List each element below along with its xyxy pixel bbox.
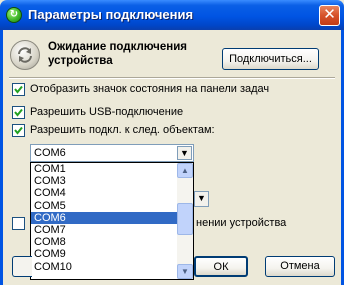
port-combobox[interactable]: COM6 ▼ xyxy=(30,144,194,162)
partial-checkbox-label: нении устройства xyxy=(196,217,287,229)
app-sync-icon: ↻ xyxy=(6,7,22,23)
checkbox-partial[interactable] xyxy=(12,217,25,230)
list-item[interactable]: COM9 xyxy=(31,248,177,260)
close-button[interactable]: ✕ xyxy=(319,5,340,26)
checkbox-label: Разрешить подкл. к след. объектам: xyxy=(30,124,215,136)
checkbox-tray-icon[interactable] xyxy=(12,83,25,96)
chevron-down-icon[interactable]: ▼ xyxy=(194,191,209,207)
window-title: Параметры подключения xyxy=(28,7,194,22)
scrollbar-thumb[interactable] xyxy=(177,203,193,235)
list-item[interactable]: COM5 xyxy=(31,200,177,212)
combo-value: COM6 xyxy=(34,147,66,159)
checkbox-usb[interactable] xyxy=(12,106,25,119)
cancel-button[interactable]: Отмена xyxy=(265,256,335,277)
checkbox-objects[interactable] xyxy=(12,124,25,137)
list-item[interactable]: COM8 xyxy=(31,236,177,248)
connection-status-text: Ожидание подключения устройства xyxy=(48,41,187,67)
chevron-down-icon[interactable]: ▼ xyxy=(177,146,192,160)
hidden-button[interactable] xyxy=(12,256,32,277)
port-dropdown-list[interactable]: COM1 COM3 COM4 COM5 COM6 COM7 COM8 COM9 … xyxy=(30,162,194,280)
connect-button[interactable]: Подключиться... xyxy=(222,48,319,70)
list-item[interactable]: COM7 xyxy=(31,224,177,236)
chevron-up-icon[interactable]: ▲ xyxy=(177,163,193,178)
ok-button[interactable]: ОК xyxy=(194,256,248,277)
checkbox-label: Разрешить USB-подключение xyxy=(30,106,184,118)
list-item[interactable]: COM4 xyxy=(31,187,177,199)
scrollbar[interactable]: ▲ ▼ xyxy=(177,163,193,279)
title-bar[interactable]: ↻ Параметры подключения ✕ xyxy=(0,0,344,30)
list-item-selected[interactable]: COM6 xyxy=(31,211,177,224)
sync-arrows-icon xyxy=(10,40,40,70)
window-frame-left xyxy=(0,30,3,285)
separator xyxy=(9,77,335,79)
checkbox-label: Отобразить значок состояния на панели за… xyxy=(30,83,270,95)
list-item[interactable]: COM10 xyxy=(31,261,177,273)
chevron-down-icon[interactable]: ▼ xyxy=(177,264,193,279)
list-item[interactable]: COM1 xyxy=(31,163,177,175)
list-item[interactable]: COM3 xyxy=(31,175,177,187)
